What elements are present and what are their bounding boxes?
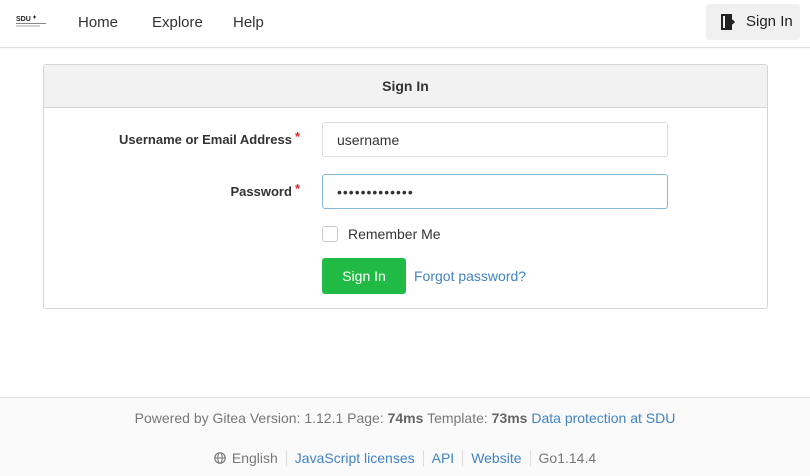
required-mark: * [294,181,300,196]
top-navbar: SDU Home Explore Help Sign In [0,0,810,48]
header-sign-in-label: Sign In [746,13,793,30]
forgot-password-link[interactable]: Forgot password? [414,268,526,284]
sign-in-card: Sign In Username or Email Address * usern… [43,64,768,309]
footer-version-info: Powered by Gitea Version: 1.12.1 Page: 7… [0,410,810,426]
data-protection-link[interactable]: Data protection at SDU [531,410,675,426]
page-footer: Powered by Gitea Version: 1.12.1 Page: 7… [0,397,810,476]
svg-text:SDU: SDU [16,16,31,23]
template-time: 73ms [491,410,528,426]
username-label-text: Username or Email Address [119,132,292,147]
password-label: Password * [230,181,300,200]
go-version: Go1.14.4 [529,450,605,466]
username-label: Username or Email Address * [119,129,300,148]
sdu-logo-icon[interactable]: SDU [16,13,48,29]
footer-links: English JavaScript licenses API Website Go1.… [0,450,810,466]
language-selector[interactable]: English [206,450,286,466]
header-sign-in-button[interactable]: Sign In [706,4,800,40]
nav-home-link[interactable]: Home [78,14,118,32]
sign-in-icon [721,14,735,30]
username-input[interactable]: username [322,122,668,157]
globe-icon [214,452,226,464]
page-time: 74ms [387,410,424,426]
language-label: English [231,450,278,466]
javascript-licenses-link[interactable]: JavaScript licenses [285,450,423,466]
required-mark: * [294,129,300,144]
remember-me-label[interactable]: Remember Me [348,226,441,242]
nav-explore-link[interactable]: Explore [152,14,203,32]
sign-in-title: Sign In [44,65,767,108]
website-link[interactable]: Website [462,450,529,466]
nav-help-link[interactable]: Help [233,14,264,32]
password-label-text: Password [230,184,292,199]
api-link[interactable]: API [422,450,463,466]
template-text: Template: [427,410,488,426]
password-input[interactable]: ••••••••••••• [322,174,668,209]
sign-in-submit-button[interactable]: Sign In [322,258,406,294]
powered-by-text: Powered by Gitea Version: 1.12.1 Page: [134,410,384,426]
remember-me-checkbox[interactable] [322,226,338,242]
